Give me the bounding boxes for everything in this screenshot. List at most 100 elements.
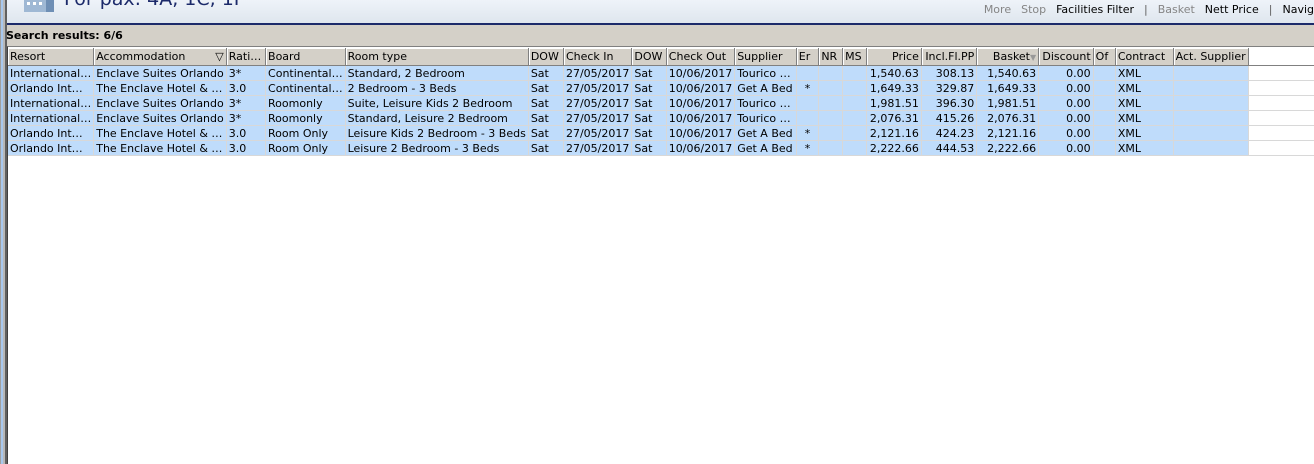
table-cell: Sat <box>528 95 564 111</box>
table-cell: Standard, 2 Bedroom <box>345 65 529 81</box>
table-cell: Get A Bed <box>734 80 797 96</box>
toolbar: More Stop Facilities Filter | Basket Net… <box>984 3 1314 17</box>
column-header-label: Check In <box>565 50 614 63</box>
column-header[interactable]: Er <box>796 48 820 66</box>
table-cell: Sat <box>528 125 564 141</box>
column-header[interactable]: Rati… <box>226 48 267 66</box>
hotel-building-icon <box>24 0 54 12</box>
table-row[interactable]: Orlando Int… The Enclave Hotel & … 3.0 Cont… <box>8 80 1314 96</box>
table-cell: Sat <box>631 110 667 126</box>
column-header[interactable]: Of <box>1093 48 1116 66</box>
column-header[interactable]: DOW <box>528 48 564 66</box>
table-cell: 0.00 <box>1038 140 1094 156</box>
column-header-label: Accommodation <box>96 50 186 63</box>
table-cell <box>796 110 820 126</box>
sort-descending-icon: ▼ <box>1030 53 1037 62</box>
column-header[interactable]: Accommodation ▽ <box>93 48 227 66</box>
table-cell: 3.0 <box>226 125 267 141</box>
table-cell: 308.13 <box>921 65 978 81</box>
column-header[interactable]: NR <box>818 48 844 66</box>
table-cell <box>1173 110 1249 126</box>
column-header-label: DOW <box>530 50 559 63</box>
table-cell: International… <box>8 110 95 126</box>
column-header[interactable]: Room type <box>345 48 529 66</box>
table-cell: 3.0 <box>226 140 267 156</box>
table-cell: 2,121.16 <box>866 125 922 141</box>
navigate-button[interactable]: Navig <box>1282 3 1314 17</box>
table-cell <box>1093 125 1116 141</box>
table-cell <box>842 140 868 156</box>
table-cell: 10/06/2017 <box>666 65 736 81</box>
table-cell: Sat <box>631 125 667 141</box>
table-cell: 2,222.66 <box>866 140 922 156</box>
table-cell: Roomonly <box>265 110 346 126</box>
table-cell: 10/06/2017 <box>666 140 736 156</box>
table-cell: Sat <box>631 140 667 156</box>
table-cell: Sat <box>631 95 667 111</box>
table-cell <box>796 65 820 81</box>
column-header-label: Of <box>1095 50 1109 63</box>
more-button[interactable]: More <box>984 3 1011 17</box>
column-header-label: Incl.Fl.PP <box>925 50 975 63</box>
column-header[interactable]: Supplier <box>734 48 797 66</box>
table-cell: 0.00 <box>1038 65 1094 81</box>
table-cell: Room Only <box>265 125 346 141</box>
table-cell: 1,981.51 <box>976 95 1040 111</box>
column-header-label: Act. Supplier <box>1175 50 1246 63</box>
table-cell: Leisure 2 Bedroom - 3 Beds <box>345 140 529 156</box>
table-cell: 10/06/2017 <box>666 80 736 96</box>
column-header[interactable]: Act. Supplier <box>1173 48 1249 66</box>
table-cell: The Enclave Hotel & … <box>93 140 227 156</box>
table-cell: 27/05/2017 <box>563 110 633 126</box>
table-cell: Tourico … <box>734 95 797 111</box>
stop-button[interactable]: Stop <box>1021 3 1046 17</box>
table-row[interactable]: International… Enclave Suites Orlando 3* Ro… <box>8 95 1314 111</box>
column-header[interactable]: DOW <box>631 48 667 66</box>
table-cell: Enclave Suites Orlando <box>93 110 227 126</box>
row-filler <box>1248 125 1314 141</box>
column-header[interactable]: Resort <box>8 48 95 66</box>
table-cell: 0.00 <box>1038 125 1094 141</box>
column-header-label: Price <box>892 50 919 63</box>
table-cell <box>818 140 844 156</box>
column-header[interactable]: Contract <box>1115 48 1174 66</box>
column-header[interactable]: MS <box>842 48 868 66</box>
column-header[interactable]: Incl.Fl.PP <box>921 48 978 66</box>
table-cell <box>1173 95 1249 111</box>
column-header[interactable]: Check Out <box>666 48 736 66</box>
table-cell: Leisure Kids 2 Bedroom - 3 Beds <box>345 125 529 141</box>
table-cell: Get A Bed <box>734 125 797 141</box>
table-cell: 27/05/2017 <box>563 95 633 111</box>
facilities-filter-button[interactable]: Facilities Filter <box>1056 3 1134 17</box>
table-cell <box>1093 65 1116 81</box>
table-row[interactable]: International… Enclave Suites Orlando 3* Co… <box>8 65 1314 81</box>
search-results-count: Search results: 6/6 <box>6 29 123 42</box>
table-cell: * <box>796 140 820 156</box>
table-cell: Suite, Leisure Kids 2 Bedroom <box>345 95 529 111</box>
column-header[interactable]: Discount <box>1038 48 1094 66</box>
row-filler <box>1248 140 1314 156</box>
table-cell: Sat <box>528 65 564 81</box>
column-header-label: NR <box>821 50 838 63</box>
table-cell <box>1093 140 1116 156</box>
column-header[interactable]: Basket▼ <box>976 48 1040 66</box>
basket-button[interactable]: Basket <box>1158 3 1195 17</box>
table-cell: 396.30 <box>921 95 978 111</box>
table-row[interactable]: Orlando Int… The Enclave Hotel & … 3.0 Room… <box>8 125 1314 141</box>
column-header[interactable]: Check In <box>563 48 633 66</box>
table-cell: 2,076.31 <box>976 110 1040 126</box>
column-header[interactable]: Board <box>265 48 346 66</box>
nett-price-button[interactable]: Nett Price <box>1205 3 1259 17</box>
filter-funnel-icon[interactable]: ▽ <box>215 50 223 63</box>
row-filler <box>1248 110 1314 126</box>
table-cell: 3.0 <box>226 80 267 96</box>
table-cell: Orlando Int… <box>8 80 95 96</box>
table-cell: International… <box>8 95 95 111</box>
table-row[interactable]: International… Enclave Suites Orlando 3* Ro… <box>8 110 1314 126</box>
table-cell: XML <box>1115 140 1174 156</box>
column-header[interactable]: Price <box>866 48 922 66</box>
row-filler <box>1248 65 1314 81</box>
table-cell: 2 Bedroom - 3 Beds <box>345 80 529 96</box>
table-cell: 329.87 <box>921 80 978 96</box>
table-row[interactable]: Orlando Int… The Enclave Hotel & … 3.0 Room… <box>8 140 1314 156</box>
